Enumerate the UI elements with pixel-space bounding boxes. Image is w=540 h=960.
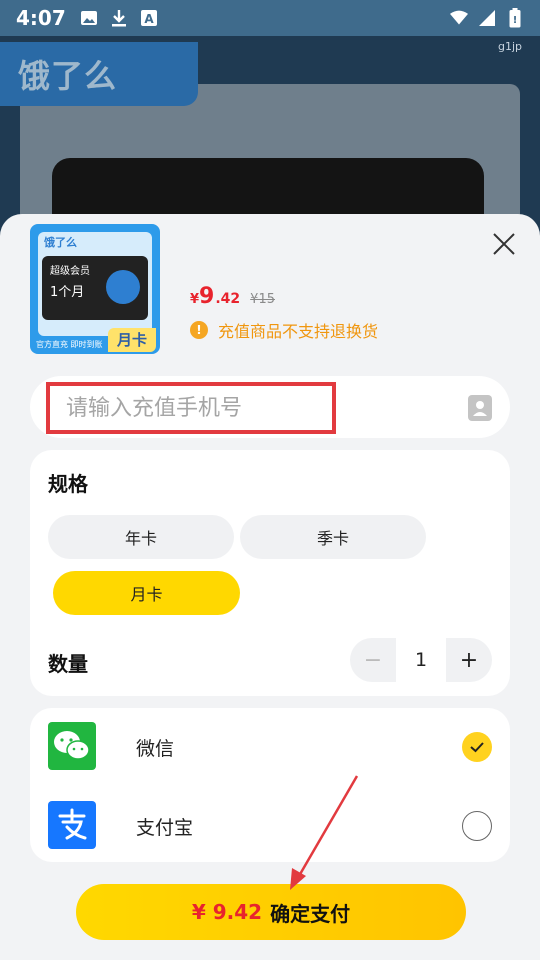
product-image-footer: 官方直充 即时到账: [36, 340, 103, 349]
status-time: 4:07: [16, 6, 66, 30]
phone-input-box: [30, 376, 510, 438]
contacts-icon[interactable]: [468, 395, 492, 421]
alipay-radio[interactable]: [462, 811, 492, 841]
check-icon: [470, 742, 484, 753]
product-image-inner: 饿了么 超级会员 1个月: [38, 232, 152, 336]
payment-option-alipay[interactable]: 支付宝: [30, 789, 510, 859]
wechat-radio[interactable]: [462, 732, 492, 762]
alipay-icon: [48, 801, 96, 849]
quantity-stepper: − 1 +: [350, 638, 492, 682]
confirm-price: ¥ 9.42: [191, 900, 263, 924]
spec-option-quarter[interactable]: 季卡: [240, 515, 426, 559]
price-symbol: ¥: [190, 292, 200, 307]
svg-text:!: !: [513, 15, 518, 26]
spec-card: 规格 年卡 季卡 月卡 数量 − 1 +: [30, 450, 510, 696]
battery-icon: !: [506, 8, 524, 28]
background-logo-text: 饿了么: [18, 57, 118, 95]
product-image: 饿了么 超级会员 1个月 官方直充 即时到账 月卡: [30, 224, 160, 354]
refund-notice: ! 充值商品不支持退换货: [190, 318, 378, 342]
quantity-plus-button[interactable]: +: [446, 638, 492, 682]
spec-title: 规格: [48, 472, 88, 496]
quantity-title: 数量: [48, 652, 88, 676]
watermark: g1jp: [497, 40, 522, 53]
status-icons-right: !: [450, 8, 524, 28]
svg-text:A: A: [144, 12, 154, 26]
status-icons-left: A: [80, 9, 158, 27]
original-price: ¥15: [250, 292, 275, 307]
price-decimal: .42: [215, 291, 241, 307]
wechat-icon: [48, 722, 96, 770]
mascot-icon: [106, 270, 140, 304]
confirm-label: 确定支付: [270, 901, 351, 926]
purchase-sheet: 饿了么 超级会员 1个月 官方直充 即时到账 月卡 ¥ 9 .42 ¥15 ! …: [0, 214, 540, 960]
payment-label-alipay: 支付宝: [136, 817, 194, 839]
a-icon: A: [140, 9, 158, 27]
payment-label-wechat: 微信: [136, 738, 175, 760]
image-icon: [80, 9, 98, 27]
price-integer: 9: [199, 284, 215, 309]
wifi-icon: [450, 9, 468, 27]
confirm-pay-button[interactable]: ¥ 9.42 确定支付: [76, 884, 466, 940]
product-image-logo: 饿了么: [44, 236, 77, 249]
close-icon: [493, 233, 515, 255]
current-price: ¥ 9 .42: [190, 284, 240, 309]
refund-notice-text: 充值商品不支持退换货: [218, 322, 379, 341]
payment-option-wechat[interactable]: 微信: [30, 710, 510, 780]
quantity-value[interactable]: 1: [396, 638, 446, 682]
spec-option-year[interactable]: 年卡: [48, 515, 234, 559]
status-bar: 4:07 A !: [0, 0, 540, 36]
quantity-minus-button[interactable]: −: [350, 638, 396, 682]
phone-input[interactable]: [46, 382, 336, 434]
warning-icon: !: [190, 321, 208, 339]
price-row: ¥ 9 .42 ¥15: [190, 284, 275, 309]
spec-option-month[interactable]: 月卡: [53, 571, 240, 615]
product-image-card: 超级会员 1个月: [42, 256, 148, 320]
payment-card: 微信 支付宝: [30, 708, 510, 862]
close-button[interactable]: [492, 232, 516, 256]
signal-icon: [478, 9, 496, 27]
product-image-badge: 月卡: [108, 328, 156, 352]
background-logo: 饿了么: [0, 42, 198, 106]
download-icon: [110, 9, 128, 27]
